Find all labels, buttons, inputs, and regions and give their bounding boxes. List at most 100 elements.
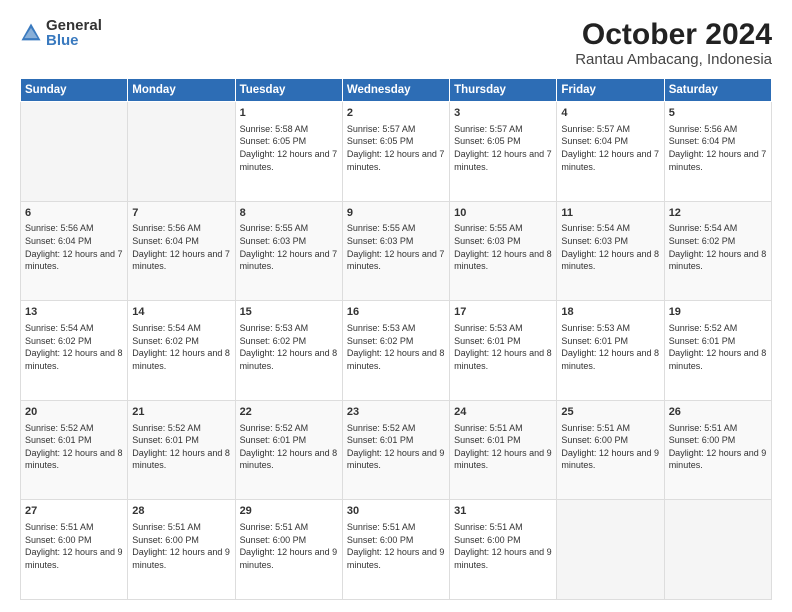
day-number: 28 bbox=[132, 504, 230, 519]
logo-blue: Blue bbox=[46, 33, 102, 48]
day-info: Sunrise: 5:56 AM Sunset: 6:04 PM Dayligh… bbox=[669, 123, 767, 173]
calendar-table: Sunday Monday Tuesday Wednesday Thursday… bbox=[20, 78, 772, 600]
day-info: Sunrise: 5:53 AM Sunset: 6:02 PM Dayligh… bbox=[347, 322, 445, 372]
header-tuesday: Tuesday bbox=[235, 79, 342, 102]
day-number: 21 bbox=[132, 405, 230, 420]
day-info: Sunrise: 5:55 AM Sunset: 6:03 PM Dayligh… bbox=[454, 222, 552, 272]
day-info: Sunrise: 5:53 AM Sunset: 6:01 PM Dayligh… bbox=[454, 322, 552, 372]
week-row-1: 1 Sunrise: 5:58 AM Sunset: 6:05 PM Daylig… bbox=[21, 102, 772, 202]
cell-w4-d0: 20Sunrise: 5:52 AM Sunset: 6:01 PM Dayli… bbox=[21, 400, 128, 500]
header-saturday: Saturday bbox=[664, 79, 771, 102]
day-info: Sunrise: 5:52 AM Sunset: 6:01 PM Dayligh… bbox=[132, 422, 230, 472]
day-info: Sunrise: 5:57 AM Sunset: 6:05 PM Dayligh… bbox=[454, 123, 552, 173]
day-number: 23 bbox=[347, 405, 445, 420]
day-number: 13 bbox=[25, 305, 123, 320]
cell-w1-d1 bbox=[128, 102, 235, 202]
cell-w5-d0: 27Sunrise: 5:51 AM Sunset: 6:00 PM Dayli… bbox=[21, 500, 128, 600]
cell-w1-d3: 2Sunrise: 5:57 AM Sunset: 6:05 PM Daylig… bbox=[342, 102, 449, 202]
cell-w2-d3: 9Sunrise: 5:55 AM Sunset: 6:03 PM Daylig… bbox=[342, 201, 449, 301]
day-info: Sunrise: 5:55 AM Sunset: 6:03 PM Dayligh… bbox=[347, 222, 445, 272]
cell-w4-d4: 24 Sunrise: 5:51 AM Sunset: 6:01 PM Dayli… bbox=[450, 400, 557, 500]
week-row-3: 13 Sunrise: 5:54 AM Sunset: 6:02 PM Dayli… bbox=[21, 301, 772, 401]
cell-w2-d6: 12Sunrise: 5:54 AM Sunset: 6:02 PM Dayli… bbox=[664, 201, 771, 301]
cell-w3-d0: 13 Sunrise: 5:54 AM Sunset: 6:02 PM Dayli… bbox=[21, 301, 128, 401]
week-row-5: 27 Sunrise: 5:51 AM Sunset: 6:00 PM Dayli… bbox=[21, 500, 772, 600]
day-number: 14 bbox=[132, 305, 230, 320]
cell-w1-d2: 1 Sunrise: 5:58 AM Sunset: 6:05 PM Daylig… bbox=[235, 102, 342, 202]
logo-icon bbox=[20, 22, 42, 44]
day-info: Sunrise: 5:54 AM Sunset: 6:02 PM Dayligh… bbox=[25, 322, 123, 372]
day-number: 7 bbox=[132, 206, 230, 221]
day-number: 16 bbox=[347, 305, 445, 320]
day-info: Sunrise: 5:54 AM Sunset: 6:02 PM Dayligh… bbox=[669, 222, 767, 272]
day-number: 12 bbox=[669, 206, 767, 221]
cell-w5-d2: 29Sunrise: 5:51 AM Sunset: 6:00 PM Dayli… bbox=[235, 500, 342, 600]
cell-w5-d6 bbox=[664, 500, 771, 600]
header-monday: Monday bbox=[128, 79, 235, 102]
cell-w3-d5: 18 Sunrise: 5:53 AM Sunset: 6:01 PM Dayli… bbox=[557, 301, 664, 401]
cell-w3-d1: 14 Sunrise: 5:54 AM Sunset: 6:02 PM Dayli… bbox=[128, 301, 235, 401]
cell-w5-d3: 30Sunrise: 5:51 AM Sunset: 6:00 PM Dayli… bbox=[342, 500, 449, 600]
day-number: 30 bbox=[347, 504, 445, 519]
day-info: Sunrise: 5:55 AM Sunset: 6:03 PM Dayligh… bbox=[240, 222, 338, 272]
day-number: 5 bbox=[669, 106, 767, 121]
day-number: 20 bbox=[25, 405, 123, 420]
day-info: Sunrise: 5:52 AM Sunset: 6:01 PM Dayligh… bbox=[669, 322, 767, 372]
cell-w4-d1: 21 Sunrise: 5:52 AM Sunset: 6:01 PM Dayli… bbox=[128, 400, 235, 500]
day-number: 2 bbox=[347, 106, 445, 121]
logo-general: General bbox=[46, 18, 102, 33]
day-number: 24 bbox=[454, 405, 552, 420]
day-number: 9 bbox=[347, 206, 445, 221]
day-info: Sunrise: 5:53 AM Sunset: 6:02 PM Dayligh… bbox=[240, 322, 338, 372]
day-number: 27 bbox=[25, 504, 123, 519]
logo-text: General Blue bbox=[46, 18, 102, 48]
day-info: Sunrise: 5:58 AM Sunset: 6:05 PM Dayligh… bbox=[240, 123, 338, 173]
cell-w4-d2: 22 Sunrise: 5:52 AM Sunset: 6:01 PM Dayli… bbox=[235, 400, 342, 500]
day-info: Sunrise: 5:51 AM Sunset: 6:00 PM Dayligh… bbox=[240, 521, 338, 571]
day-info: Sunrise: 5:53 AM Sunset: 6:01 PM Dayligh… bbox=[561, 322, 659, 372]
day-number: 4 bbox=[561, 106, 659, 121]
cell-w5-d5 bbox=[557, 500, 664, 600]
day-info: Sunrise: 5:51 AM Sunset: 6:01 PM Dayligh… bbox=[454, 422, 552, 472]
day-info: Sunrise: 5:52 AM Sunset: 6:01 PM Dayligh… bbox=[240, 422, 338, 472]
cell-w4-d3: 23 Sunrise: 5:52 AM Sunset: 6:01 PM Dayli… bbox=[342, 400, 449, 500]
week-row-4: 20 Sunrise: 5:52 AM Sunset: 6:01 PM Dayli… bbox=[21, 400, 772, 500]
day-number: 6 bbox=[25, 206, 123, 221]
day-info: Sunrise: 5:54 AM Sunset: 6:02 PM Dayligh… bbox=[132, 322, 230, 372]
day-info: Sunrise: 5:52 AM Sunset: 6:01 PM Dayligh… bbox=[347, 422, 445, 472]
cell-w1-d4: 3Sunrise: 5:57 AM Sunset: 6:05 PM Daylig… bbox=[450, 102, 557, 202]
title-block: October 2024 Rantau Ambacang, Indonesia bbox=[575, 18, 772, 68]
day-info: Sunrise: 5:51 AM Sunset: 6:00 PM Dayligh… bbox=[454, 521, 552, 571]
day-number: 8 bbox=[240, 206, 338, 221]
header: General Blue October 2024 Rantau Ambacan… bbox=[20, 18, 772, 68]
day-number: 1 bbox=[240, 106, 338, 121]
header-friday: Friday bbox=[557, 79, 664, 102]
cell-w2-d1: 7Sunrise: 5:56 AM Sunset: 6:04 PM Daylig… bbox=[128, 201, 235, 301]
cell-w2-d0: 6Sunrise: 5:56 AM Sunset: 6:04 PM Daylig… bbox=[21, 201, 128, 301]
page: General Blue October 2024 Rantau Ambacan… bbox=[0, 0, 792, 612]
day-number: 18 bbox=[561, 305, 659, 320]
day-info: Sunrise: 5:56 AM Sunset: 6:04 PM Dayligh… bbox=[25, 222, 123, 272]
day-info: Sunrise: 5:57 AM Sunset: 6:04 PM Dayligh… bbox=[561, 123, 659, 173]
day-info: Sunrise: 5:51 AM Sunset: 6:00 PM Dayligh… bbox=[132, 521, 230, 571]
cell-w3-d4: 17Sunrise: 5:53 AM Sunset: 6:01 PM Dayli… bbox=[450, 301, 557, 401]
calendar-body: 1 Sunrise: 5:58 AM Sunset: 6:05 PM Daylig… bbox=[21, 102, 772, 600]
day-number: 25 bbox=[561, 405, 659, 420]
day-info: Sunrise: 5:56 AM Sunset: 6:04 PM Dayligh… bbox=[132, 222, 230, 272]
cell-w3-d3: 16 Sunrise: 5:53 AM Sunset: 6:02 PM Dayli… bbox=[342, 301, 449, 401]
day-number: 15 bbox=[240, 305, 338, 320]
day-number: 22 bbox=[240, 405, 338, 420]
day-headers-row: Sunday Monday Tuesday Wednesday Thursday… bbox=[21, 79, 772, 102]
week-row-2: 6Sunrise: 5:56 AM Sunset: 6:04 PM Daylig… bbox=[21, 201, 772, 301]
header-thursday: Thursday bbox=[450, 79, 557, 102]
cell-w3-d2: 15 Sunrise: 5:53 AM Sunset: 6:02 PM Dayli… bbox=[235, 301, 342, 401]
calendar-header: Sunday Monday Tuesday Wednesday Thursday… bbox=[21, 79, 772, 102]
cell-w2-d2: 8Sunrise: 5:55 AM Sunset: 6:03 PM Daylig… bbox=[235, 201, 342, 301]
cell-w1-d0 bbox=[21, 102, 128, 202]
calendar-title: October 2024 bbox=[575, 18, 772, 51]
day-number: 19 bbox=[669, 305, 767, 320]
cell-w5-d1: 28 Sunrise: 5:51 AM Sunset: 6:00 PM Dayli… bbox=[128, 500, 235, 600]
day-info: Sunrise: 5:51 AM Sunset: 6:00 PM Dayligh… bbox=[669, 422, 767, 472]
cell-w5-d4: 31Sunrise: 5:51 AM Sunset: 6:00 PM Dayli… bbox=[450, 500, 557, 600]
header-wednesday: Wednesday bbox=[342, 79, 449, 102]
